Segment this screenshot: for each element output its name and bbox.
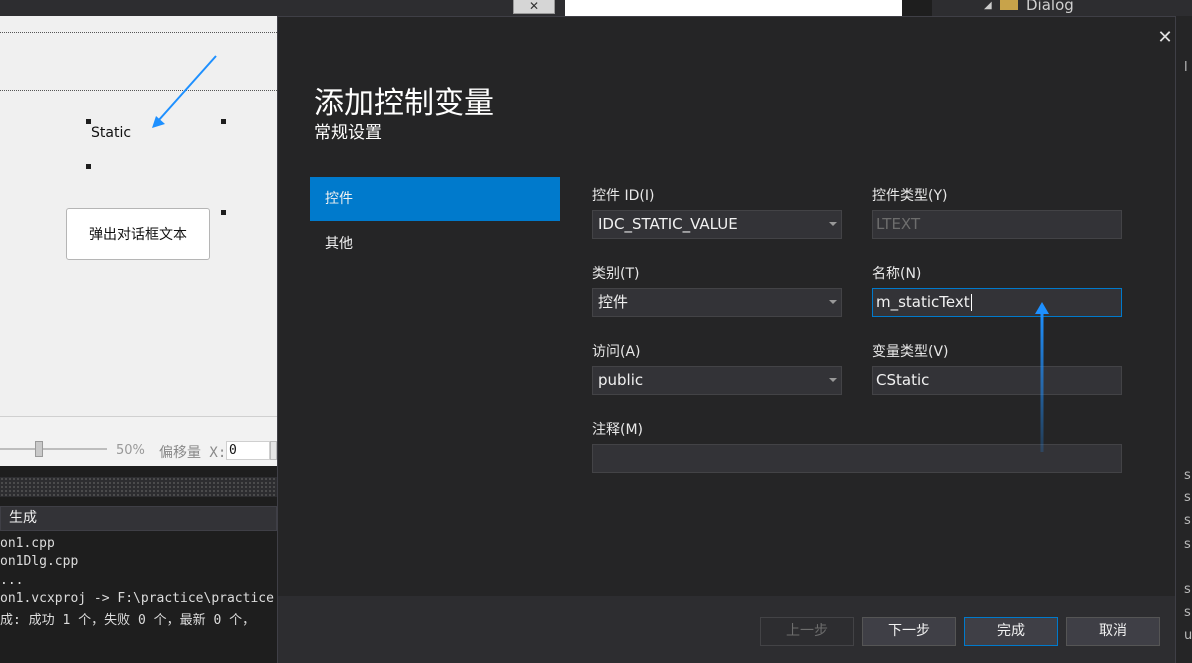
category-label: 类别(T)	[592, 266, 640, 282]
tree-item-dialog[interactable]: Dialog	[1026, 0, 1074, 14]
right-edge-text: s	[1184, 605, 1191, 620]
control-type-field: LTEXT	[872, 210, 1122, 239]
output-source-select[interactable]: 生成	[0, 506, 277, 531]
name-input[interactable]: m_staticText	[872, 288, 1122, 317]
output-line: on1Dlg.cpp	[0, 554, 79, 569]
access-value: public	[598, 371, 644, 389]
output-line: ...	[0, 573, 24, 588]
nav-item-control[interactable]: 控件	[310, 177, 560, 221]
annotation-arrow-name	[1035, 302, 1049, 452]
chevron-down-icon	[829, 300, 837, 304]
chevron-down-icon	[829, 222, 837, 226]
comment-label: 注释(M)	[592, 422, 644, 438]
name-input-value: m_staticText	[876, 293, 970, 311]
close-icon[interactable]: ✕	[1154, 27, 1176, 49]
panel-grip[interactable]	[0, 477, 277, 497]
control-id-value: IDC_STATIC_VALUE	[598, 215, 738, 233]
right-edge-text: u	[1184, 628, 1192, 643]
finish-button[interactable]: 完成	[964, 617, 1058, 646]
right-edge-text: s	[1184, 513, 1191, 528]
access-select[interactable]: public	[592, 366, 842, 395]
offset-x-button[interactable]	[270, 441, 277, 460]
offset-x-input[interactable]: 0	[226, 441, 270, 460]
chevron-down-icon	[829, 378, 837, 382]
ide-scrollbar[interactable]	[902, 0, 932, 16]
control-type-label: 控件类型(Y)	[872, 188, 948, 204]
ide-close-button[interactable]: ✕	[513, 0, 555, 14]
next-button[interactable]: 下一步	[862, 617, 956, 646]
dialog-title: 添加控制变量	[314, 86, 494, 121]
output-line: on1.cpp	[0, 536, 55, 551]
tree-expand-icon[interactable]: ◢	[984, 0, 992, 11]
nav-item-other[interactable]: 其他	[310, 222, 560, 266]
cancel-button[interactable]: 取消	[1066, 617, 1160, 646]
var-type-input[interactable]: CStatic	[872, 366, 1122, 395]
name-label: 名称(N)	[872, 266, 922, 282]
control-id-select[interactable]: IDC_STATIC_VALUE	[592, 210, 842, 239]
ide-editor-panel	[565, 0, 902, 16]
folder-icon	[1000, 0, 1018, 10]
control-id-label: 控件 ID(I)	[592, 188, 655, 204]
access-label: 访问(A)	[592, 344, 641, 360]
solution-explorer-edge	[1176, 16, 1192, 663]
text-caret	[970, 294, 972, 311]
right-edge-text: s	[1184, 537, 1191, 552]
right-edge-text: s	[1184, 468, 1191, 483]
zoom-slider-track[interactable]	[0, 448, 107, 450]
right-edge-text: l	[1184, 60, 1188, 75]
zoom-slider-thumb[interactable]	[35, 441, 43, 457]
output-line: 成: 成功 1 个，失败 0 个，最新 0 个，	[0, 613, 256, 628]
dialog-subtitle: 常规设置	[314, 123, 382, 143]
var-type-label: 变量类型(V)	[872, 344, 949, 360]
right-edge-text: s	[1184, 582, 1191, 597]
zoom-level: 50%	[116, 443, 145, 458]
prev-button[interactable]: 上一步	[760, 617, 854, 646]
output-line: on1.vcxproj -> F:\practice\practice	[0, 591, 274, 606]
offset-x-label: 偏移量 X:	[159, 445, 227, 461]
category-select[interactable]: 控件	[592, 288, 842, 317]
right-edge-text: s	[1184, 490, 1191, 505]
category-value: 控件	[598, 293, 629, 311]
